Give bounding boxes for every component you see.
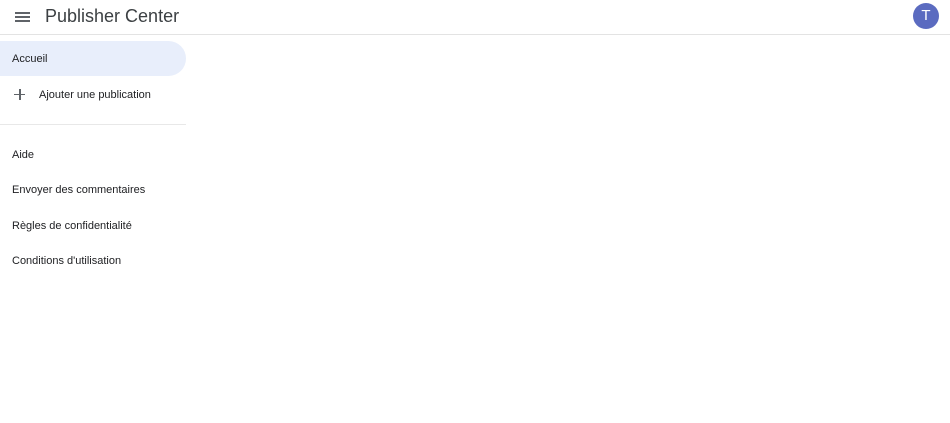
sidebar-item-feedback[interactable]: Envoyer des commentaires xyxy=(0,172,186,207)
sidebar-item-privacy[interactable]: Règles de confidentialité xyxy=(0,208,186,243)
sidebar-item-label: Envoyer des commentaires xyxy=(12,183,146,196)
sidebar-item-label: Conditions d'utilisation xyxy=(12,254,122,267)
top-app-bar: Publisher Center T xyxy=(0,0,950,35)
publisher-center-app: Publisher Center T Accueil Ajouter une p… xyxy=(0,0,950,423)
app-title: Publisher Center xyxy=(45,6,180,26)
sidebar-divider xyxy=(0,124,186,125)
sidebar-item-help[interactable]: Aide xyxy=(0,137,186,172)
sidebar-item-label: Ajouter une publication xyxy=(39,88,151,101)
plus-icon xyxy=(13,88,27,102)
sidebar-item-home[interactable]: Accueil xyxy=(0,41,186,76)
sidebar-item-terms[interactable]: Conditions d'utilisation xyxy=(0,243,186,278)
account-avatar[interactable]: T xyxy=(913,3,939,29)
sidebar-item-label: Règles de confidentialité xyxy=(12,219,132,232)
menu-icon[interactable] xyxy=(14,9,32,25)
sidebar-item-label: Aide xyxy=(12,148,35,161)
sidebar-item-label: Accueil xyxy=(12,52,48,65)
sidebar-item-add-publication[interactable]: Ajouter une publication xyxy=(0,77,186,112)
